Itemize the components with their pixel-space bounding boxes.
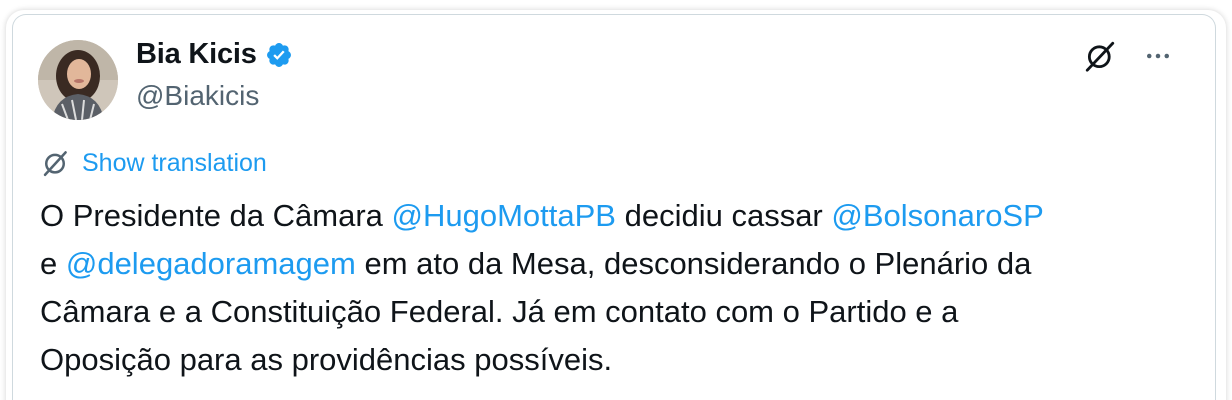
tweet-text-segment: Oposição para as providências possíveis. — [40, 342, 613, 377]
author-display-name[interactable]: Bia Kicis — [136, 38, 257, 71]
mention-link[interactable]: @delegadoramagem — [66, 246, 356, 281]
mention-link[interactable]: @BolsonaroSP — [831, 198, 1043, 233]
show-translation-label: Show translation — [82, 148, 267, 177]
avatar-photo — [38, 40, 118, 120]
tweet-text-segment: em ato da Mesa, desconsiderando o Plenár… — [355, 246, 1032, 281]
author-handle[interactable]: @Biakicis — [136, 80, 259, 112]
tweet-text-segment: Câmara e a Constituição Federal. Já em c… — [40, 294, 959, 329]
tweet-text-segment: decidiu cassar — [615, 198, 832, 233]
more-options-icon — [1147, 53, 1169, 59]
more-options-button[interactable] — [1138, 36, 1178, 76]
tweet-text-segment: O Presidente da Câmara — [40, 198, 392, 233]
tweet-text-segment: e — [40, 246, 66, 281]
tweet-body: O Presidente da Câmara @HugoMottaPB deci… — [40, 192, 1190, 384]
verified-badge-icon[interactable] — [265, 41, 293, 69]
author-name-row: Bia Kicis — [136, 38, 293, 71]
avatar[interactable] — [38, 40, 118, 120]
mention-link[interactable]: @HugoMottaPB — [392, 198, 616, 233]
grok-button[interactable] — [1080, 36, 1120, 76]
translate-icon — [43, 151, 67, 177]
show-translation-link[interactable]: Show translation — [40, 148, 267, 178]
grok-icon — [1085, 41, 1115, 72]
